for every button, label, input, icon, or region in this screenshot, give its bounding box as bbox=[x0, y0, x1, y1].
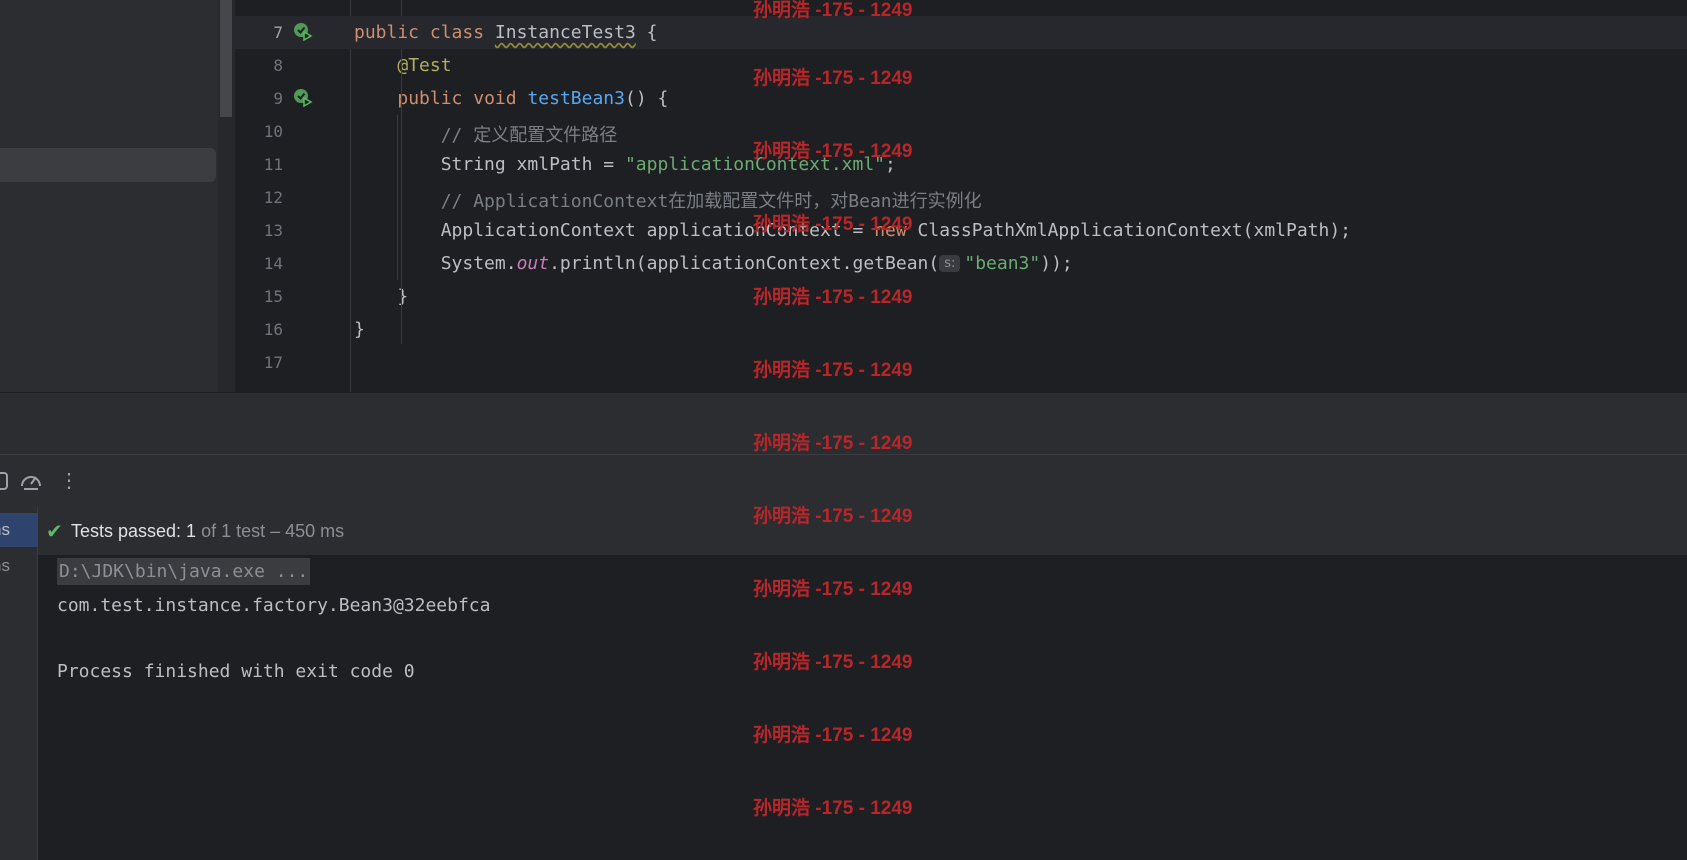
watermark: 孙明浩 -175 - 1249 bbox=[753, 0, 913, 21]
code-line[interactable]: 10 // 定义配置文件路径 bbox=[235, 115, 1687, 148]
watermark: 孙明浩 -175 - 1249 bbox=[753, 652, 913, 673]
code-text: public class InstanceTest3 { bbox=[354, 22, 658, 43]
console-output-line: Process finished with exit code 0 bbox=[57, 661, 415, 682]
line-number: 17 bbox=[263, 353, 283, 372]
code-line[interactable]: 16 } bbox=[235, 313, 1687, 346]
watermark: 孙明浩 -175 - 1249 bbox=[753, 214, 913, 235]
test-results-tree: ns ns bbox=[0, 507, 38, 860]
check-icon: ✔ bbox=[46, 521, 63, 543]
watermark: 孙明浩 -175 - 1249 bbox=[753, 141, 913, 162]
line-number: 14 bbox=[263, 254, 283, 273]
run-test-class-icon[interactable] bbox=[293, 22, 313, 42]
line-number: 16 bbox=[263, 320, 283, 339]
indent-guide bbox=[397, 115, 398, 280]
code-text: } bbox=[354, 319, 365, 340]
stop-icon[interactable] bbox=[0, 468, 12, 494]
line-number: 11 bbox=[263, 155, 283, 174]
line-number: 8 bbox=[273, 56, 283, 75]
watermark: 孙明浩 -175 - 1249 bbox=[753, 360, 913, 381]
watermark: 孙明浩 -175 - 1249 bbox=[753, 798, 913, 819]
console-output-line: com.test.instance.factory.Bean3@32eebfca bbox=[57, 595, 491, 616]
code-line[interactable]: 11 String xmlPath = "applicationContext.… bbox=[235, 148, 1687, 181]
code-line[interactable]: 17 bbox=[235, 346, 1687, 379]
watermark: 孙明浩 -175 - 1249 bbox=[753, 506, 913, 527]
code-line[interactable]: 14 System.out.println(applicationContext… bbox=[235, 247, 1687, 280]
code-line[interactable]: 13 ApplicationContext applicationContext… bbox=[235, 214, 1687, 247]
watermark: 孙明浩 -175 - 1249 bbox=[753, 287, 913, 308]
code-line[interactable]: 15 } bbox=[235, 280, 1687, 313]
watermark: 孙明浩 -175 - 1249 bbox=[753, 725, 913, 746]
project-panel bbox=[0, 0, 235, 392]
line-number: 15 bbox=[263, 287, 283, 306]
run-test-method-icon[interactable] bbox=[293, 88, 313, 108]
test-tree-item[interactable]: ns bbox=[0, 549, 38, 583]
line-number: 10 bbox=[263, 122, 283, 141]
more-vertical-icon[interactable]: ⋮ bbox=[56, 468, 82, 494]
watermark: 孙明浩 -175 - 1249 bbox=[753, 68, 913, 89]
line-number: 12 bbox=[263, 188, 283, 207]
project-tree-selected-row[interactable] bbox=[0, 148, 216, 182]
line-number: 7 bbox=[273, 23, 283, 42]
code-line[interactable]: 12 // ApplicationContext在加载配置文件时，对Bean进行… bbox=[235, 181, 1687, 214]
watermark: 孙明浩 -175 - 1249 bbox=[753, 579, 913, 600]
speedometer-icon[interactable] bbox=[18, 468, 44, 494]
indent-guide bbox=[401, 0, 402, 16]
code-text: System.out.println(applicationContext.ge… bbox=[440, 253, 1073, 274]
tests-passed-message: Tests passed: 1 of 1 test – 450 ms bbox=[71, 521, 345, 541]
line-number: 9 bbox=[273, 89, 283, 108]
class-name: InstanceTest3 bbox=[494, 22, 636, 43]
project-panel-scrollbar[interactable] bbox=[220, 0, 232, 117]
test-tree-item[interactable]: ns bbox=[0, 513, 38, 547]
code-text: // 定义配置文件路径 bbox=[440, 125, 618, 146]
run-toolbar: ⋮ bbox=[0, 454, 1687, 507]
indent-guide bbox=[401, 49, 402, 344]
console-command-line[interactable]: D:\JDK\bin\java.exe ... bbox=[57, 558, 311, 585]
code-editor[interactable]: 7 public class InstanceTest3 { 8 @Test 9… bbox=[235, 0, 1687, 392]
code-line[interactable]: 8 @Test bbox=[235, 49, 1687, 82]
parameter-hint: s: bbox=[939, 255, 961, 272]
code-line[interactable]: 9 public void testBean3() { bbox=[235, 82, 1687, 115]
watermark: 孙明浩 -175 - 1249 bbox=[753, 433, 913, 454]
line-number: 13 bbox=[263, 221, 283, 240]
code-line[interactable]: 7 public class InstanceTest3 { bbox=[235, 16, 1687, 49]
code-text: @Test bbox=[397, 55, 452, 76]
